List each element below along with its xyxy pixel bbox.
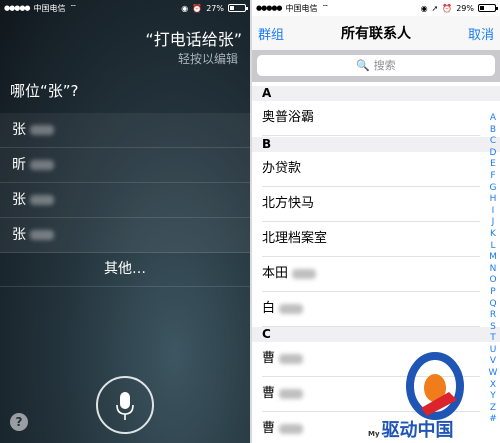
index-letter[interactable]: L [486, 241, 500, 253]
contact-row[interactable]: 办贷款 [262, 152, 480, 187]
blurred-name [292, 269, 317, 279]
alarm-icon: ⏰ [442, 3, 453, 13]
index-letter[interactable]: Z [486, 403, 500, 415]
index-letter[interactable]: P [486, 287, 500, 299]
page-title: 所有联系人 [341, 26, 411, 42]
blurred-name [279, 424, 304, 434]
index-letter[interactable]: Q [486, 299, 500, 311]
battery-percent: 29% [456, 3, 474, 13]
carrier-label: 中国电信 [285, 3, 318, 13]
index-letter[interactable]: K [486, 229, 500, 241]
alphabet-index[interactable]: A B C D E F G H I J K L M N O P Q R S T U V W X Y Z # [486, 113, 500, 426]
index-letter[interactable]: W [486, 368, 500, 380]
section-header-a: A [252, 86, 500, 101]
cancel-button[interactable]: 取消 [468, 24, 494, 43]
section-header-c: C [252, 327, 500, 342]
microphone-button[interactable] [96, 376, 154, 434]
index-letter[interactable]: Y [486, 391, 500, 403]
contact-row[interactable]: 白 [262, 292, 480, 327]
location-icon: ➚ [431, 3, 439, 13]
index-letter[interactable]: M [486, 252, 500, 264]
status-bar: ●●●●● 中国电信 ⌔ ◉ ⏰ 27% [0, 0, 250, 16]
watermark-text: My 驱动中国 [368, 420, 454, 441]
siri-command-text[interactable]: “打电话给张” [145, 26, 242, 50]
index-letter[interactable]: A [486, 113, 500, 125]
contact-row[interactable]: 北方快马 [262, 187, 480, 222]
battery-percent: 27% [206, 3, 224, 13]
contact-row[interactable]: 本田 [262, 257, 480, 292]
blurred-name [30, 125, 54, 135]
search-input[interactable]: 🔍 搜索 [257, 55, 495, 76]
tap-to-edit-hint: 轻按以编辑 [177, 52, 238, 66]
contact-option[interactable]: 张 [0, 113, 250, 148]
index-letter[interactable]: C [486, 136, 500, 148]
contact-option[interactable]: 张 [0, 183, 250, 218]
signal-icon: ●●●●● [256, 4, 283, 12]
index-letter[interactable]: U [486, 345, 500, 357]
index-letter[interactable]: # [486, 414, 500, 426]
index-letter[interactable]: N [486, 264, 500, 276]
index-letter[interactable]: S [486, 322, 500, 334]
contact-row[interactable]: 北理档案室 [262, 222, 480, 257]
siri-screen: ●●●●● 中国电信 ⌔ ◉ ⏰ 27% “打电话给张” 轻按以编辑 哪位“张”… [0, 0, 250, 443]
carrier-label: 中国电信 [33, 3, 66, 13]
blurred-name [30, 230, 54, 240]
blurred-name [279, 354, 304, 364]
index-letter[interactable]: V [486, 356, 500, 368]
contact-option[interactable]: 张 [0, 218, 250, 253]
index-letter[interactable]: I [486, 206, 500, 218]
blurred-name [30, 160, 54, 170]
contact-options-list: 张 昕 张 张 [0, 113, 250, 253]
contact-row[interactable]: 奥普浴霸 [262, 101, 480, 136]
navigation-bar: 群组 所有联系人 取消 [252, 16, 500, 50]
contact-option[interactable]: 昕 [0, 148, 250, 183]
search-bar: 🔍 搜索 [252, 50, 500, 82]
siri-question: 哪位“张”? [10, 82, 79, 100]
index-letter[interactable]: H [486, 194, 500, 206]
watermark-logo-icon [406, 352, 464, 420]
index-letter[interactable]: J [486, 217, 500, 229]
index-letter[interactable]: B [486, 125, 500, 137]
microphone-icon [116, 392, 134, 420]
wifi-icon: ⌔ [69, 3, 78, 12]
index-letter[interactable]: E [486, 159, 500, 171]
index-letter[interactable]: O [486, 275, 500, 287]
blurred-name [30, 195, 54, 205]
section-header-b: B [252, 137, 500, 152]
blurred-name [279, 389, 304, 399]
index-letter[interactable]: G [486, 183, 500, 195]
lock-rotation-icon: ◉ [181, 3, 189, 13]
help-button[interactable]: ? [10, 413, 28, 431]
battery-icon [478, 4, 498, 12]
index-letter[interactable]: D [486, 148, 500, 160]
battery-icon [228, 4, 248, 12]
index-letter[interactable]: X [486, 380, 500, 392]
index-letter[interactable]: F [486, 171, 500, 183]
status-bar: ●●●●● 中国电信 ⌔ ◉ ➚ ⏰ 29% [252, 0, 500, 16]
blurred-name [279, 304, 304, 314]
alarm-icon: ⏰ [192, 3, 203, 13]
other-option-button[interactable]: 其他… [0, 252, 250, 287]
lock-rotation-icon: ◉ [420, 3, 428, 13]
wifi-icon: ⌔ [321, 3, 330, 12]
index-letter[interactable]: R [486, 310, 500, 322]
index-letter[interactable]: T [486, 333, 500, 345]
signal-icon: ●●●●● [4, 4, 31, 12]
